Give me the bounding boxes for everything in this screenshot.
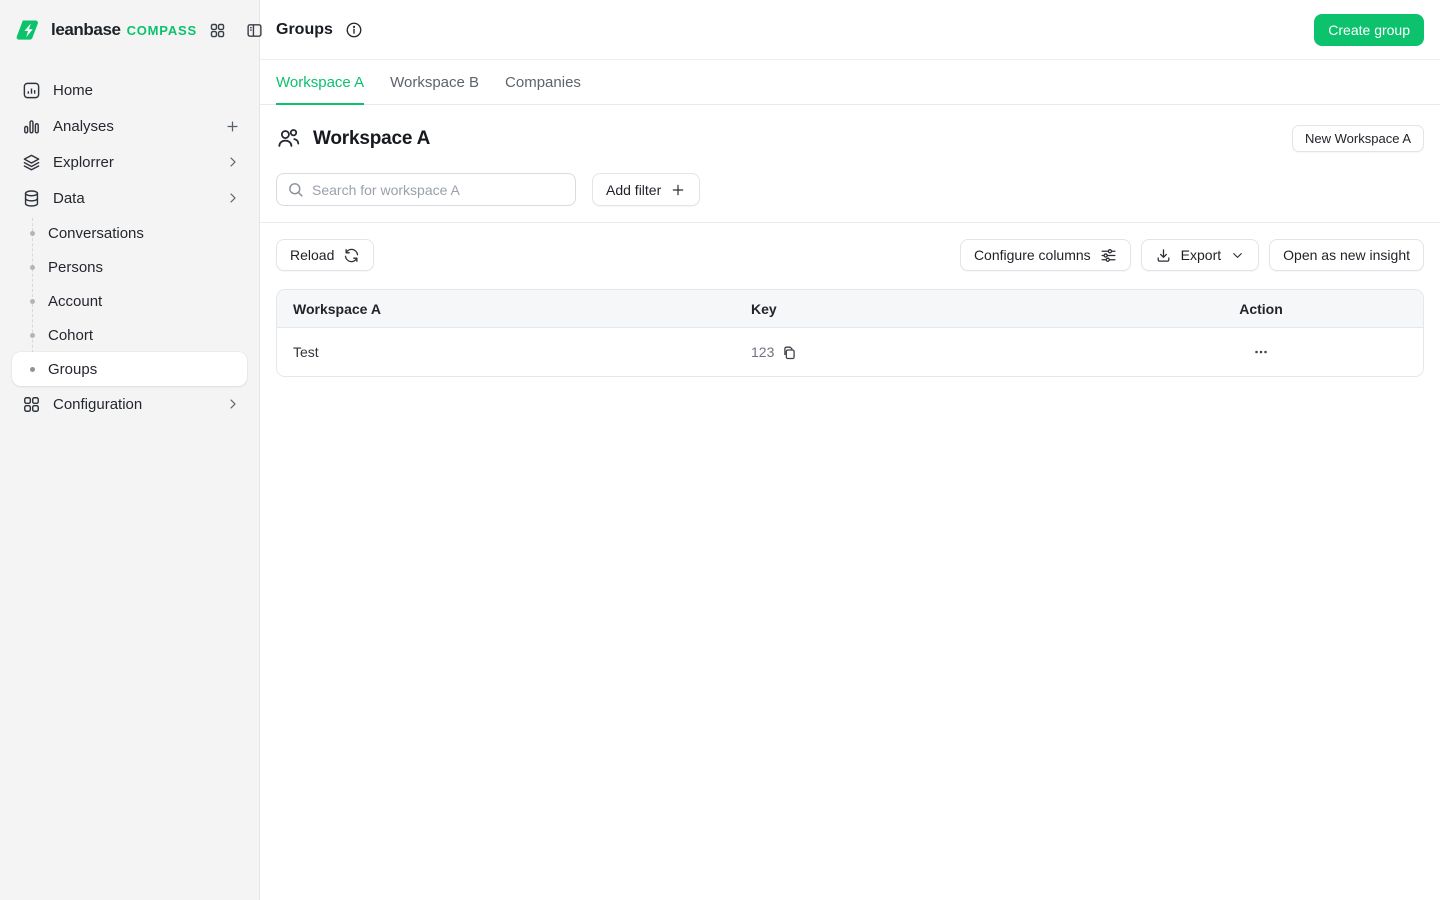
chevron-down-icon bbox=[1230, 248, 1245, 263]
page-title: Groups bbox=[276, 20, 333, 38]
info-icon[interactable] bbox=[345, 21, 363, 39]
table-row: Test 123 bbox=[277, 328, 1423, 376]
apps-grid-icon[interactable] bbox=[205, 18, 230, 43]
tab-workspace-b[interactable]: Workspace B bbox=[390, 60, 479, 104]
cell-key: 123 bbox=[735, 344, 1099, 361]
chevron-right-icon[interactable] bbox=[225, 396, 241, 412]
ellipsis-icon[interactable] bbox=[1246, 339, 1276, 365]
groups-table: Workspace A Key Action Test 123 bbox=[276, 289, 1424, 377]
plus-icon bbox=[670, 182, 686, 198]
bullet-dot-icon bbox=[30, 366, 35, 372]
main-area: Groups Create group Workspace A Workspac… bbox=[260, 0, 1440, 900]
sidebar-item-conversations[interactable]: Conversations bbox=[0, 216, 259, 250]
bullet-dot-icon bbox=[30, 298, 35, 304]
sidebar-item-configuration[interactable]: Configuration bbox=[0, 386, 259, 422]
grid-icon bbox=[22, 395, 41, 414]
sidebar-item-label: Data bbox=[53, 189, 85, 207]
plus-icon[interactable] bbox=[224, 118, 241, 135]
sidebar-item-label: Conversations bbox=[48, 224, 144, 242]
sidebar-item-explorrer[interactable]: Explorrer bbox=[0, 144, 259, 180]
open-as-new-insight-button[interactable]: Open as new insight bbox=[1269, 239, 1424, 271]
column-header-action: Action bbox=[1239, 300, 1283, 317]
sidebar-item-label: Configuration bbox=[53, 395, 143, 413]
add-filter-label: Add filter bbox=[606, 181, 662, 198]
tab-workspace-a[interactable]: Workspace A bbox=[276, 60, 365, 105]
bullet-dot-icon bbox=[30, 230, 35, 236]
leanbase-logo-icon bbox=[16, 20, 41, 41]
sliders-icon bbox=[1100, 247, 1117, 264]
brand-name: leanbase bbox=[51, 20, 121, 39]
new-workspace-button[interactable]: New Workspace A bbox=[1292, 125, 1424, 152]
sidebar-item-data[interactable]: Data bbox=[0, 180, 259, 216]
sidebar-item-label: Persons bbox=[48, 258, 104, 276]
chevron-right-icon[interactable] bbox=[225, 190, 241, 206]
logo-row: leanbase COMPASS bbox=[0, 0, 262, 60]
tab-companies[interactable]: Companies bbox=[505, 60, 581, 104]
sidebar-item-account[interactable]: Account bbox=[0, 284, 259, 318]
search-icon bbox=[287, 181, 304, 198]
sidebar-item-label: Cohort bbox=[48, 326, 94, 344]
search-box[interactable] bbox=[276, 173, 576, 206]
column-header-workspace-a: Workspace A bbox=[293, 300, 381, 317]
column-header-key: Key bbox=[751, 300, 777, 317]
export-button[interactable]: Export bbox=[1140, 239, 1260, 271]
configure-columns-label: Configure columns bbox=[973, 247, 1091, 263]
database-icon bbox=[22, 189, 41, 208]
table-toolbar: Reload Configure columns Export Open as … bbox=[276, 239, 1424, 271]
reload-button[interactable]: Reload bbox=[276, 239, 375, 271]
bar-chart-icon bbox=[22, 117, 41, 136]
bullet-dot-icon bbox=[30, 332, 35, 338]
sidebar-item-label: Explorrer bbox=[53, 153, 114, 171]
brand-suffix: COMPASS bbox=[126, 22, 197, 38]
create-group-button[interactable]: Create group bbox=[1314, 13, 1424, 46]
chevron-right-icon[interactable] bbox=[225, 154, 241, 170]
export-label: Export bbox=[1180, 247, 1222, 263]
key-value: 123 bbox=[751, 344, 775, 360]
sidebar-item-label: Groups bbox=[48, 360, 98, 378]
data-subtree: Conversations Persons Account Cohort Gro… bbox=[0, 216, 259, 386]
cell-name: Test bbox=[293, 344, 319, 360]
tab-bar: Workspace A Workspace B Companies bbox=[260, 60, 1440, 105]
topbar: Groups Create group bbox=[260, 0, 1440, 60]
sidebar-nav: Home Analyses Explorrer Data Conversatio… bbox=[0, 60, 259, 422]
reload-label: Reload bbox=[290, 247, 335, 263]
sidebar-item-persons[interactable]: Persons bbox=[0, 250, 259, 284]
sidebar-item-groups[interactable]: Groups bbox=[12, 352, 247, 386]
sidebar-item-label: Analyses bbox=[53, 117, 114, 135]
users-icon bbox=[276, 126, 301, 151]
sidebar-item-label: Account bbox=[48, 292, 103, 310]
configure-columns-button[interactable]: Configure columns bbox=[959, 239, 1131, 271]
sidebar-item-analyses[interactable]: Analyses bbox=[0, 108, 259, 144]
bullet-dot-icon bbox=[30, 264, 35, 270]
table-header-row: Workspace A Key Action bbox=[277, 290, 1423, 328]
add-filter-button[interactable]: Add filter bbox=[592, 173, 701, 206]
content: Workspace A New Workspace A Add filter bbox=[260, 105, 1440, 900]
section-title: Workspace A bbox=[313, 127, 431, 149]
search-input[interactable] bbox=[312, 181, 565, 198]
section-divider bbox=[260, 222, 1440, 223]
home-chart-icon bbox=[22, 81, 41, 100]
sidebar-item-label: Home bbox=[53, 81, 94, 99]
sidebar-item-home[interactable]: Home bbox=[0, 72, 259, 108]
download-icon bbox=[1155, 247, 1172, 264]
layers-icon bbox=[22, 153, 41, 172]
sidebar-item-cohort[interactable]: Cohort bbox=[0, 318, 259, 352]
copy-icon[interactable] bbox=[781, 344, 798, 361]
sidebar: leanbase COMPASS Home Analyses Explorrer… bbox=[0, 0, 262, 900]
cell-action bbox=[1099, 339, 1423, 365]
refresh-icon bbox=[343, 247, 360, 264]
